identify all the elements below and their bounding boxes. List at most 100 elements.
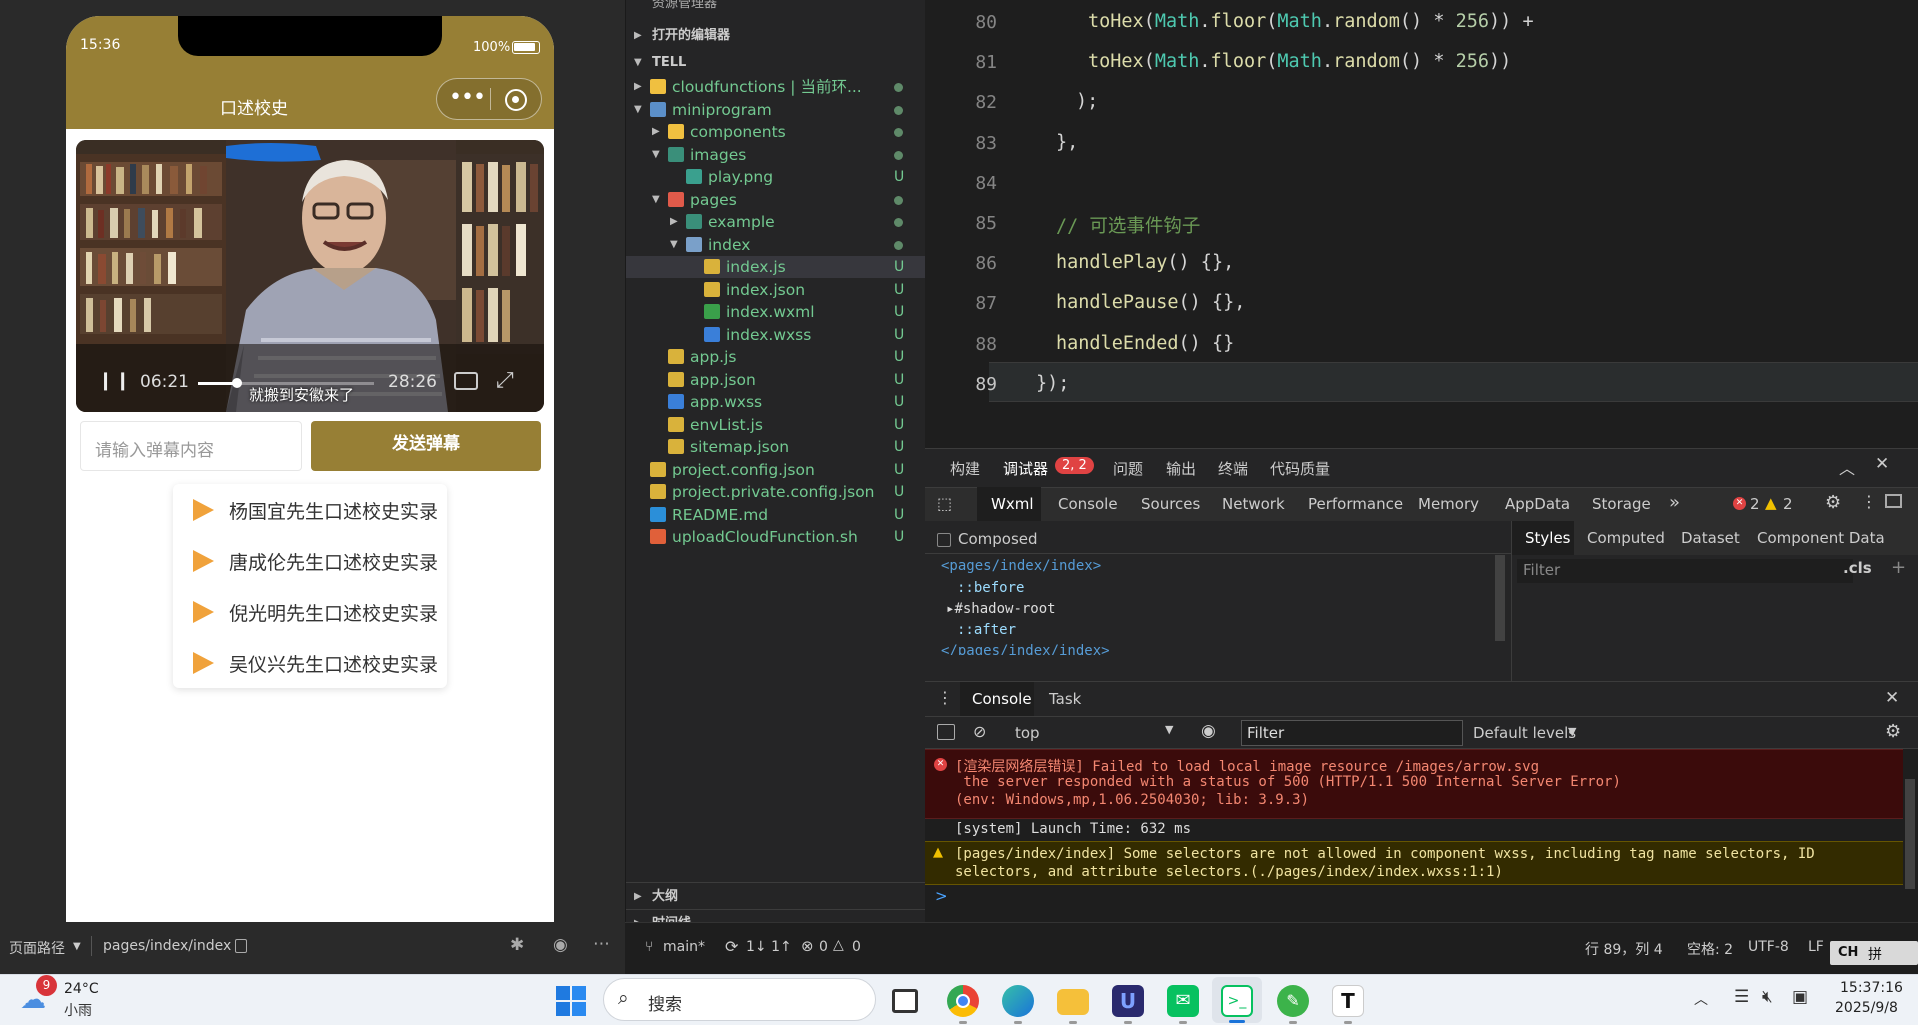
log-levels-select[interactable]: Default levels xyxy=(1473,724,1576,742)
chevron-down-icon[interactable]: ▼ xyxy=(1568,725,1576,738)
tab-console[interactable]: Console xyxy=(1058,495,1118,513)
ime-indicator[interactable]: CH 拼 xyxy=(1830,941,1918,965)
tab-build[interactable]: 构建 xyxy=(950,458,980,479)
code-line[interactable]: handleEnded() {} xyxy=(1056,333,1234,354)
edge-icon[interactable] xyxy=(1002,985,1034,1017)
list-item[interactable]: 唐成伦先生口述校史实录 xyxy=(173,535,447,586)
console-drawer-menu-icon[interactable]: ⋮ xyxy=(937,688,953,707)
sync-icon[interactable]: ⟳ xyxy=(725,937,738,956)
tree-item[interactable]: project.private.config.json U xyxy=(626,481,926,503)
close-drawer-icon[interactable]: ✕ xyxy=(1885,688,1899,708)
chevron-down-icon[interactable]: ▼ xyxy=(652,144,660,166)
tree-item[interactable]: ▶ example xyxy=(626,211,926,233)
context-select[interactable]: top xyxy=(1015,724,1040,742)
tree-item[interactable]: play.png U xyxy=(626,166,926,188)
tree-item[interactable]: app.json U xyxy=(626,369,926,391)
file-encoding[interactable]: UTF-8 xyxy=(1748,939,1789,955)
wxml-before[interactable]: ::before xyxy=(957,580,1024,596)
tab-memory[interactable]: Memory xyxy=(1418,495,1479,513)
video-progress-knob[interactable] xyxy=(231,378,242,388)
windows-start-icon[interactable] xyxy=(556,986,586,1016)
code-line[interactable]: toHex(Math.floor(Math.random() * 256)) + xyxy=(1088,11,1534,32)
wxml-after[interactable]: ::after xyxy=(957,622,1016,638)
close-panel-icon[interactable]: ✕ xyxy=(1875,454,1889,474)
code-line[interactable]: // 可选事件钩子 xyxy=(1056,212,1200,238)
tree-item[interactable]: index.json U xyxy=(626,279,926,301)
tab-sources[interactable]: Sources xyxy=(1141,495,1200,513)
close-miniprogram-icon[interactable] xyxy=(505,89,527,111)
more-tabs-icon[interactable]: » xyxy=(1669,492,1680,513)
weather-temp[interactable]: 24°C xyxy=(64,981,99,997)
inspect-element-icon[interactable]: ⬚ xyxy=(937,494,952,513)
tab-performance[interactable]: Performance xyxy=(1308,495,1403,513)
code-line[interactable]: toHex(Math.floor(Math.random() * 256)) xyxy=(1088,51,1511,72)
more-icon[interactable]: ⋯ xyxy=(593,934,610,954)
pause-icon[interactable]: ❙❙ xyxy=(98,370,132,391)
task-view-icon[interactable] xyxy=(892,989,918,1013)
eye-icon[interactable]: ◉ xyxy=(1201,721,1216,741)
dock-icon[interactable] xyxy=(1885,494,1902,508)
tab-appdata[interactable]: AppData xyxy=(1505,495,1570,513)
chevron-right-icon[interactable]: ▶ xyxy=(670,211,678,233)
wxml-shadow-root[interactable]: ▸#shadow-root xyxy=(946,601,1056,617)
danmu-input[interactable]: 请输入弹幕内容 xyxy=(80,421,302,471)
wxml-node[interactable]: <pages/index/index> xyxy=(941,558,1101,574)
warning-count[interactable]: 2 xyxy=(1783,495,1793,513)
path-label[interactable]: 页面路径 xyxy=(9,938,65,958)
tree-item[interactable]: ▼ pages xyxy=(626,189,926,211)
tree-item[interactable]: ▼ miniprogram xyxy=(626,99,926,121)
composed-checkbox[interactable] xyxy=(937,533,951,547)
tab-task[interactable]: Task xyxy=(1049,690,1081,708)
error-count[interactable]: 2 xyxy=(1750,495,1760,513)
code-line[interactable]: }); xyxy=(1036,373,1069,394)
tab-debugger[interactable]: 调试器 xyxy=(1003,458,1048,479)
warnings-count[interactable]: 0 xyxy=(852,939,861,955)
project-section[interactable]: ▼ TELL xyxy=(626,49,926,76)
code-line[interactable]: handlePause() {}, xyxy=(1056,292,1245,313)
chevron-down-icon[interactable]: ▼ xyxy=(634,99,642,121)
collapse-up-icon[interactable]: ︿ xyxy=(1839,455,1855,479)
tree-item[interactable]: index.wxss U xyxy=(626,324,926,346)
tab-styles[interactable]: Styles xyxy=(1525,529,1571,547)
wechat-icon[interactable]: ✉ xyxy=(1167,985,1199,1017)
tree-item[interactable]: envList.js U xyxy=(626,414,926,436)
warning-line[interactable]: selectors, and attribute selectors.(./pa… xyxy=(955,864,1503,880)
end-of-line[interactable]: LF xyxy=(1808,939,1824,955)
clear-console-icon[interactable]: ⊘ xyxy=(973,722,986,741)
outline-section[interactable]: ▶ 大纲 xyxy=(626,882,926,909)
capsule-menu[interactable]: ••• xyxy=(436,78,542,120)
tab-drawer-console[interactable]: Console xyxy=(972,690,1032,708)
console-prompt[interactable]: > xyxy=(935,887,948,905)
tree-item[interactable]: index.js U xyxy=(626,256,926,278)
clock-date[interactable]: 2025/9/8 xyxy=(1835,1000,1898,1016)
notes-app-icon[interactable]: ✎ xyxy=(1277,985,1309,1017)
tab-computed[interactable]: Computed xyxy=(1587,529,1665,547)
video-player[interactable]: ❙❙ 06:21 就搬到安徽来了 28:26 ⤢ xyxy=(76,140,544,412)
code-line[interactable]: handlePlay() {}, xyxy=(1056,252,1234,273)
tab-output[interactable]: 输出 xyxy=(1166,458,1196,479)
tree-item[interactable]: README.md U xyxy=(626,504,926,526)
tree-item[interactable]: ▼ images xyxy=(626,144,926,166)
tab-storage[interactable]: Storage xyxy=(1592,495,1651,513)
wifi-icon[interactable]: ☰ xyxy=(1734,987,1749,1007)
warnings-icon[interactable]: △ xyxy=(833,937,844,953)
bug-icon[interactable]: ✱ xyxy=(510,935,524,955)
network-icon[interactable]: ▣ xyxy=(1792,987,1808,1007)
settings-gear-icon[interactable]: ⚙ xyxy=(1825,492,1841,513)
console-settings-icon[interactable]: ⚙ xyxy=(1885,721,1901,742)
list-item[interactable]: 倪光明先生口述校史实录 xyxy=(173,586,447,637)
cls-toggle[interactable]: .cls xyxy=(1843,559,1872,577)
more-dots-icon[interactable]: ••• xyxy=(449,87,486,109)
tab-component-data[interactable]: Component Data xyxy=(1757,529,1885,547)
styles-filter-input[interactable] xyxy=(1517,559,1853,583)
typora-icon[interactable]: T xyxy=(1332,985,1364,1017)
tab-wxml[interactable]: Wxml xyxy=(991,495,1034,513)
tree-item[interactable]: project.config.json U xyxy=(626,459,926,481)
open-editors-section[interactable]: ▶ 打开的编辑器 xyxy=(626,22,926,49)
tree-item[interactable]: ▼ index xyxy=(626,234,926,256)
tree-item[interactable]: ▶ cloudfunctions | 当前环... xyxy=(626,76,926,98)
taskbar-search[interactable]: ⌕ 搜索 xyxy=(603,978,876,1021)
wechat-devtools-icon[interactable]: >_ xyxy=(1221,985,1253,1017)
volume-muted-icon[interactable]: 🔇︎ xyxy=(1762,987,1773,1007)
chrome-icon[interactable] xyxy=(947,985,979,1017)
